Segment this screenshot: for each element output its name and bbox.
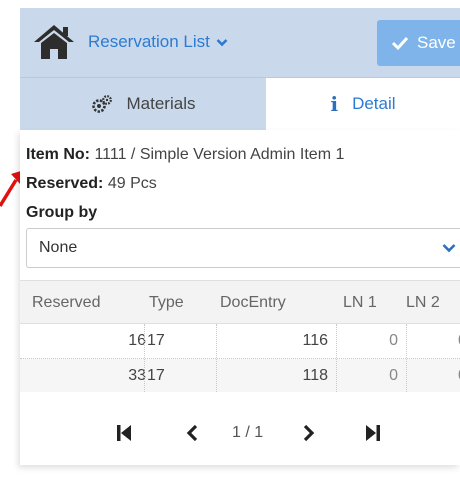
column-header-docentry[interactable]: DocEntry [220, 294, 286, 312]
reserved-line: Reserved: 49 Pcs [26, 175, 157, 193]
home-icon[interactable] [32, 23, 76, 61]
group-by-value: None [39, 239, 78, 256]
next-page-icon[interactable] [298, 423, 318, 443]
save-button[interactable]: Save [377, 20, 460, 66]
column-divider [336, 324, 337, 392]
cell-docentry: 118 [302, 367, 328, 384]
table-row[interactable]: 33 17 118 0 0 [20, 359, 460, 392]
reserved-label: Reserved: [26, 175, 104, 192]
item-no-value: 1111 / Simple Version Admin Item 1 [94, 146, 345, 163]
column-header-reserved[interactable]: Reserved [32, 294, 100, 312]
app-header: Reservation List Save [20, 8, 460, 78]
previous-page-icon[interactable] [183, 423, 203, 443]
column-divider [406, 324, 407, 392]
cell-type: 17 [147, 367, 165, 384]
cell-ln1: 0 [389, 332, 398, 349]
tab-detail-label: Detail [352, 94, 396, 113]
item-no-line: Item No: 1111 / Simple Version Admin Ite… [26, 146, 344, 164]
column-header-type[interactable]: Type [149, 294, 184, 312]
cell-type: 17 [147, 332, 165, 349]
check-icon [391, 36, 409, 51]
reserved-value: 49 Pcs [107, 175, 157, 192]
cell-docentry: 116 [302, 332, 328, 349]
tab-detail[interactable]: i Detail [266, 78, 460, 130]
screen: Reservation List Save Materials i Detail [0, 0, 460, 482]
reservation-table: Reserved Type DocEntry LN 1 LN 2 16 17 1… [20, 280, 460, 392]
chevron-down-icon [442, 244, 456, 253]
reservation-list-dropdown[interactable]: Reservation List [88, 32, 228, 52]
table-header: Reserved Type DocEntry LN 1 LN 2 [20, 280, 460, 324]
tab-materials-label: Materials [126, 94, 196, 113]
detail-panel: Item No: 1111 / Simple Version Admin Ite… [20, 130, 460, 465]
group-by-select[interactable]: None [26, 228, 460, 268]
column-header-ln1[interactable]: LN 1 [343, 294, 377, 312]
group-by-label: Group by [26, 204, 98, 221]
column-divider [216, 324, 217, 392]
cell-ln1: 0 [389, 367, 398, 384]
table-row[interactable]: 16 17 116 0 0 [20, 324, 460, 359]
item-no-label: Item No: [26, 146, 90, 163]
save-label: Save [417, 33, 456, 52]
first-page-icon[interactable] [114, 423, 134, 443]
chevron-down-icon [216, 38, 228, 46]
header-title: Reservation List [88, 32, 210, 51]
column-header-ln2[interactable]: LN 2 [406, 294, 440, 312]
column-divider [144, 324, 145, 392]
cogs-icon [91, 95, 112, 113]
tab-bar: Materials i Detail [20, 78, 460, 130]
info-icon: i [330, 92, 339, 116]
page-info: 1 / 1 [232, 424, 264, 441]
pager: 1 / 1 [20, 415, 460, 451]
tab-materials[interactable]: Materials [20, 78, 266, 130]
last-page-icon[interactable] [363, 423, 383, 443]
